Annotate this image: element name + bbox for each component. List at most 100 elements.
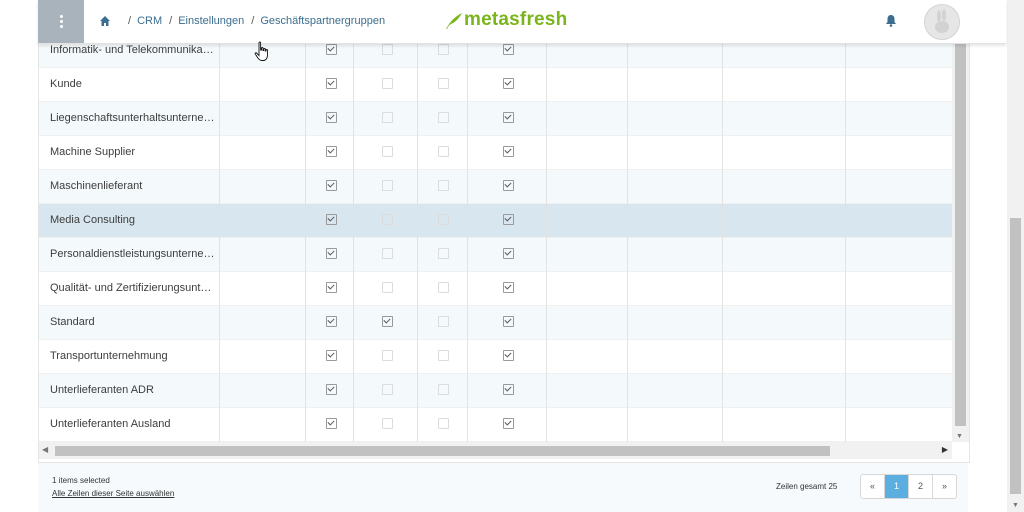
- checkbox-unchecked[interactable]: [438, 180, 449, 191]
- checkbox-checked[interactable]: [326, 146, 337, 157]
- table-row[interactable]: Transportunternehmung: [39, 339, 952, 374]
- checkbox-unchecked[interactable]: [382, 180, 393, 191]
- checkbox-unchecked[interactable]: [382, 282, 393, 293]
- checkbox-checked[interactable]: [326, 384, 337, 395]
- checkbox-checked[interactable]: [326, 316, 337, 327]
- rabbit-avatar-icon: [935, 9, 949, 33]
- scrollbar-thumb[interactable]: [955, 44, 966, 426]
- kebab-menu-button[interactable]: [38, 0, 84, 43]
- checkbox-checked[interactable]: [326, 78, 337, 89]
- table-vertical-scrollbar[interactable]: ▼: [952, 44, 969, 442]
- scroll-right-arrow-icon[interactable]: ▶: [942, 445, 948, 454]
- checkbox-checked[interactable]: [503, 146, 514, 157]
- table-row[interactable]: Qualität- und Zertifizierungsunternehmen: [39, 271, 952, 306]
- checkbox-checked[interactable]: [326, 180, 337, 191]
- checkbox-unchecked[interactable]: [438, 316, 449, 327]
- checkbox-checked[interactable]: [503, 384, 514, 395]
- column-divider: [845, 44, 846, 442]
- table-row[interactable]: Media Consulting: [39, 203, 952, 238]
- pagination-page-2[interactable]: 2: [909, 475, 933, 498]
- checkbox-unchecked[interactable]: [438, 350, 449, 361]
- table-row[interactable]: Machine Supplier: [39, 135, 952, 170]
- checkbox-checked[interactable]: [326, 44, 337, 55]
- data-table: Unterlieferanten Ausland Unterlieferanten…: [39, 44, 952, 442]
- breadcrumb-item-crm[interactable]: CRM: [137, 15, 162, 27]
- checkbox-checked[interactable]: [326, 282, 337, 293]
- table-row[interactable]: Standard: [39, 305, 952, 340]
- column-divider: [722, 44, 723, 442]
- row-name-cell: Personaldienstleistungsunternehmen: [50, 248, 215, 260]
- pagination-prev-button[interactable]: «: [861, 475, 885, 498]
- checkbox-unchecked[interactable]: [438, 214, 449, 225]
- breadcrumb-item-einstellungen[interactable]: Einstellungen: [178, 15, 244, 27]
- table-horizontal-scrollbar[interactable]: ◀ ▶: [39, 442, 952, 459]
- checkbox-checked[interactable]: [503, 350, 514, 361]
- checkbox-checked[interactable]: [326, 248, 337, 259]
- checkbox-unchecked[interactable]: [438, 44, 449, 55]
- checkbox-checked[interactable]: [326, 214, 337, 225]
- checkbox-unchecked[interactable]: [382, 418, 393, 429]
- checkbox-unchecked[interactable]: [382, 78, 393, 89]
- checkbox-unchecked[interactable]: [438, 146, 449, 157]
- row-name-cell: Kunde: [50, 78, 82, 90]
- row-name-cell: Standard: [50, 316, 95, 328]
- checkbox-checked[interactable]: [326, 350, 337, 361]
- table-row[interactable]: Kunde: [39, 67, 952, 102]
- checkbox-unchecked[interactable]: [438, 78, 449, 89]
- user-avatar[interactable]: [924, 4, 960, 40]
- checkbox-checked[interactable]: [503, 316, 514, 327]
- row-name-cell: Transportunternehmung: [50, 350, 168, 362]
- checkbox-checked[interactable]: [503, 44, 514, 55]
- select-all-link[interactable]: Alle Zeilen dieser Seite auswählen: [52, 489, 174, 498]
- checkbox-unchecked[interactable]: [382, 44, 393, 55]
- total-rows: Zeilen gesamt 25: [776, 482, 838, 491]
- checkbox-unchecked[interactable]: [382, 350, 393, 361]
- table-row[interactable]: Unterlieferanten ADR: [39, 373, 952, 408]
- table-row[interactable]: Unterlieferanten Ausland: [39, 407, 952, 442]
- checkbox-unchecked[interactable]: [438, 248, 449, 259]
- checkbox-unchecked[interactable]: [382, 146, 393, 157]
- checkbox-unchecked[interactable]: [382, 384, 393, 395]
- table-row[interactable]: Liegenschaftsunterhaltsunternehmen: [39, 101, 952, 136]
- table-row[interactable]: Personaldienstleistungsunternehmen: [39, 237, 952, 272]
- table-footer: 1 items selected Alle Zeilen dieser Seit…: [38, 463, 968, 512]
- checkbox-checked[interactable]: [503, 214, 514, 225]
- pagination: « 1 2 »: [860, 474, 957, 499]
- checkbox-unchecked[interactable]: [438, 282, 449, 293]
- row-name-cell: Qualität- und Zertifizierungsunternehmen: [50, 282, 215, 294]
- checkbox-checked[interactable]: [503, 78, 514, 89]
- checkbox-checked[interactable]: [326, 418, 337, 429]
- pagination-next-button[interactable]: »: [933, 475, 956, 498]
- checkbox-checked[interactable]: [503, 180, 514, 191]
- checkbox-unchecked[interactable]: [438, 112, 449, 123]
- scrollbar-thumb[interactable]: [55, 446, 830, 456]
- breadcrumb-item-geschaeftspartnergruppen[interactable]: Geschäftspartnergruppen: [260, 15, 385, 27]
- breadcrumb: / CRM / Einstellungen / Geschäftspartner…: [128, 15, 386, 27]
- selected-count: 1 items selected: [52, 476, 110, 485]
- checkbox-unchecked[interactable]: [382, 248, 393, 259]
- scrollbar-thumb[interactable]: [1010, 218, 1021, 494]
- checkbox-unchecked[interactable]: [382, 112, 393, 123]
- checkbox-checked[interactable]: [503, 248, 514, 259]
- column-divider: [627, 44, 628, 442]
- app-header: / CRM / Einstellungen / Geschäftspartner…: [38, 0, 1006, 44]
- checkbox-checked[interactable]: [503, 418, 514, 429]
- checkbox-checked[interactable]: [382, 316, 393, 327]
- column-divider: [546, 44, 547, 442]
- home-icon[interactable]: [99, 15, 111, 27]
- checkbox-checked[interactable]: [326, 112, 337, 123]
- page-vertical-scrollbar[interactable]: ▼: [1007, 0, 1024, 512]
- checkbox-unchecked[interactable]: [382, 214, 393, 225]
- table-row[interactable]: Maschinenlieferant: [39, 169, 952, 204]
- column-divider: [219, 44, 220, 442]
- scroll-left-arrow-icon[interactable]: ◀: [42, 445, 48, 454]
- checkbox-checked[interactable]: [503, 112, 514, 123]
- scroll-down-arrow-icon[interactable]: ▼: [1012, 502, 1019, 509]
- checkbox-unchecked[interactable]: [438, 418, 449, 429]
- pagination-page-1[interactable]: 1: [885, 475, 909, 498]
- checkbox-checked[interactable]: [503, 282, 514, 293]
- scroll-down-arrow-icon[interactable]: ▼: [956, 433, 963, 440]
- bell-icon[interactable]: [885, 14, 897, 27]
- table-row[interactable]: Informatik- und Telekommunikationsuntern…: [39, 44, 952, 68]
- checkbox-unchecked[interactable]: [438, 384, 449, 395]
